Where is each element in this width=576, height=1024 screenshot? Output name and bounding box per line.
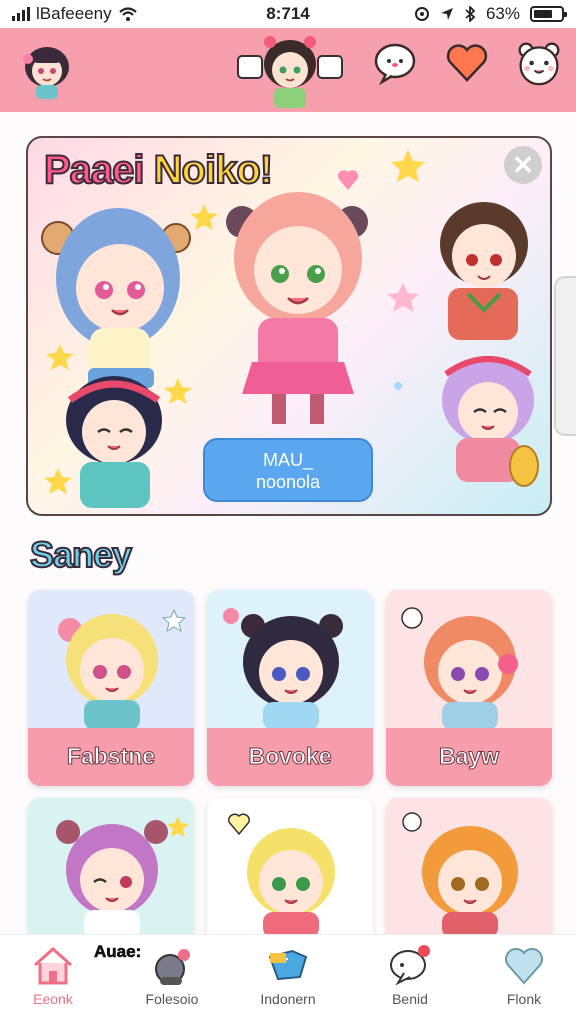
bear-figure-icon xyxy=(155,949,190,985)
home-icon xyxy=(34,946,72,985)
battery-percent: 63% xyxy=(485,4,520,23)
bottom-nav: Eeonk Folesoio Indonern Benid Flonk xyxy=(0,934,576,1024)
header-actions xyxy=(372,40,562,86)
mascot-button[interactable] xyxy=(516,40,562,86)
carrier-name: lBafeeeny xyxy=(36,4,112,23)
character-brown-hair xyxy=(440,202,528,340)
heart-outline-icon xyxy=(505,948,543,985)
card-illustration xyxy=(207,798,373,936)
card-illustration xyxy=(28,798,194,936)
bear-icon xyxy=(518,42,560,86)
nav-label: Flonk xyxy=(506,991,542,1007)
message-icon xyxy=(390,945,430,986)
bluetooth-icon xyxy=(465,6,476,22)
battery-icon xyxy=(530,6,567,22)
mascot-icon xyxy=(237,36,343,108)
favorites-button[interactable] xyxy=(444,40,490,86)
wifi-icon xyxy=(118,7,137,21)
nav-label: Benid xyxy=(392,991,428,1007)
card-illustration xyxy=(386,798,552,936)
nav-friends[interactable]: Benid xyxy=(362,935,458,1011)
rotation-lock-icon xyxy=(414,7,429,21)
banner-cta-line2: noonola xyxy=(255,472,321,492)
character-pink-hair xyxy=(226,192,368,424)
status-right: 63% xyxy=(380,4,567,24)
banner-cta-button[interactable]: MAU_ noonola xyxy=(203,438,373,502)
section-title: Saney xyxy=(29,533,133,576)
promo-banner[interactable]: Paaei Noiko! ✕ MAU_ noonola xyxy=(26,136,552,516)
avatar-icon xyxy=(23,47,69,99)
card-illustration xyxy=(28,590,194,728)
banner-cta-line1: MAU_ xyxy=(262,450,313,470)
scroll-indicator[interactable] xyxy=(554,276,576,436)
nav-label: Eeonk xyxy=(33,991,73,1007)
location-icon xyxy=(440,8,453,20)
app-header xyxy=(0,28,576,112)
signal-icon xyxy=(12,7,30,21)
status-time: 8:714 xyxy=(266,4,310,23)
nav-home[interactable]: Eeonk xyxy=(5,935,101,1011)
close-icon: ✕ xyxy=(512,150,534,180)
nav-label: Indonern xyxy=(260,991,316,1007)
banner-title-part2: Noiko! xyxy=(153,147,274,193)
character-dark-hair xyxy=(66,376,162,508)
card-illustration xyxy=(207,590,373,728)
nav-flank[interactable]: Flonk xyxy=(476,935,572,1011)
profile-avatar[interactable] xyxy=(14,37,80,103)
nav-overlay-text: Auae: xyxy=(94,942,142,962)
chat-button[interactable] xyxy=(372,40,418,86)
card-label: Fabstne xyxy=(28,728,194,786)
banner-close-button[interactable]: ✕ xyxy=(504,146,542,184)
banner-title-part1: Paaei xyxy=(43,147,146,193)
nav-index[interactable]: Indonern xyxy=(240,935,336,1011)
card-illustration xyxy=(386,590,552,728)
chat-bubble-icon xyxy=(374,43,416,86)
banner-title: Paaei Noiko! xyxy=(43,147,274,193)
character-card[interactable]: Bovoke xyxy=(207,590,373,786)
bird-icon xyxy=(268,949,308,981)
character-card[interactable]: Bayw xyxy=(386,590,552,786)
app-screen: lBafeeeny 8:714 63% Paaei Noiko! ✕ MAU_ … xyxy=(0,0,576,1024)
card-label: Bayw xyxy=(386,728,552,786)
character-card[interactable]: Fabstne xyxy=(28,590,194,786)
status-bar: lBafeeeny 8:714 63% xyxy=(0,0,576,28)
header-mascot xyxy=(236,32,344,110)
status-left: lBafeeeny xyxy=(12,4,196,24)
nav-label: Folesoio xyxy=(145,991,199,1007)
character-lilac-hair xyxy=(442,356,539,487)
card-label: Bovoke xyxy=(207,728,373,786)
heart-icon xyxy=(446,44,488,82)
